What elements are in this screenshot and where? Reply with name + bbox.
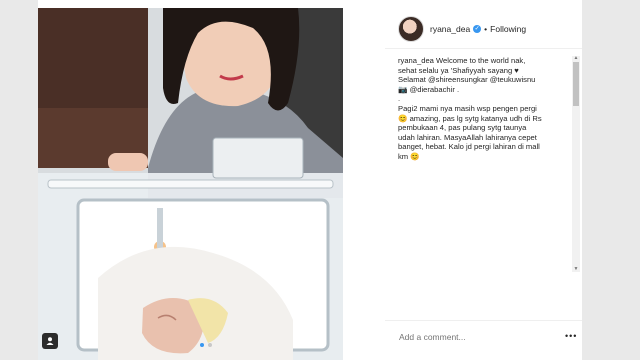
following-button[interactable]: Following bbox=[490, 24, 526, 34]
caption-line: km 😊 bbox=[398, 151, 420, 161]
photo-illustration bbox=[38, 8, 343, 360]
add-comment-input[interactable] bbox=[399, 332, 549, 342]
post-sidebar: ryana_dea ✓ • Following ryana_dea Welcom… bbox=[385, 0, 582, 360]
caption-line: udah lahiran. MasyaAllah lahiranya cepet bbox=[398, 132, 537, 142]
scroll-up-icon[interactable]: ▲ bbox=[573, 56, 579, 61]
caption-line: ryana_dea Welcome to the world nak, bbox=[398, 56, 526, 65]
more-options-icon[interactable]: ••• bbox=[565, 331, 577, 341]
caption-line: 😊 amazing, pas lg sytg katanya udh di Rs bbox=[398, 113, 542, 123]
post-photo[interactable] bbox=[38, 8, 343, 360]
post-header: ryana_dea ✓ • Following bbox=[385, 12, 582, 46]
username-link[interactable]: ryana_dea bbox=[430, 24, 470, 34]
scroll-down-icon[interactable]: ▼ bbox=[573, 267, 579, 272]
tag-people-button[interactable] bbox=[42, 333, 58, 349]
scrollbar-thumb[interactable] bbox=[573, 62, 579, 106]
caption-line: Selamat @shireensungkar @teukuwisnu bbox=[398, 75, 536, 85]
person-tag-icon bbox=[46, 337, 54, 345]
separator-dot: • bbox=[484, 24, 488, 34]
comment-divider bbox=[385, 320, 582, 321]
caption-line: banget, hebat. Kalo jd pergi lahiran di … bbox=[398, 142, 540, 152]
header-divider bbox=[385, 48, 582, 49]
caption-line: . bbox=[398, 94, 401, 104]
caption-line: Pagi2 mami nya masih wsp pengen pergi bbox=[398, 103, 537, 113]
caption-scrollbar[interactable]: ▲ ▼ bbox=[572, 56, 580, 272]
carousel-dot[interactable] bbox=[200, 343, 204, 347]
caption-line: 📷 @dierabachir . bbox=[398, 84, 460, 94]
post-caption: ryana_dea Welcome to the world nak, sehat… bbox=[398, 56, 568, 311]
carousel-dot[interactable] bbox=[208, 343, 212, 347]
avatar[interactable] bbox=[398, 16, 424, 42]
carousel-indicator bbox=[200, 343, 212, 347]
caption-line: sehat selalu ya 'Shafiyyah sayang ♥ bbox=[398, 65, 519, 75]
verified-badge-icon: ✓ bbox=[473, 25, 482, 33]
caption-line: pembukaan 4, pas pulang sytg taunya bbox=[398, 123, 527, 133]
